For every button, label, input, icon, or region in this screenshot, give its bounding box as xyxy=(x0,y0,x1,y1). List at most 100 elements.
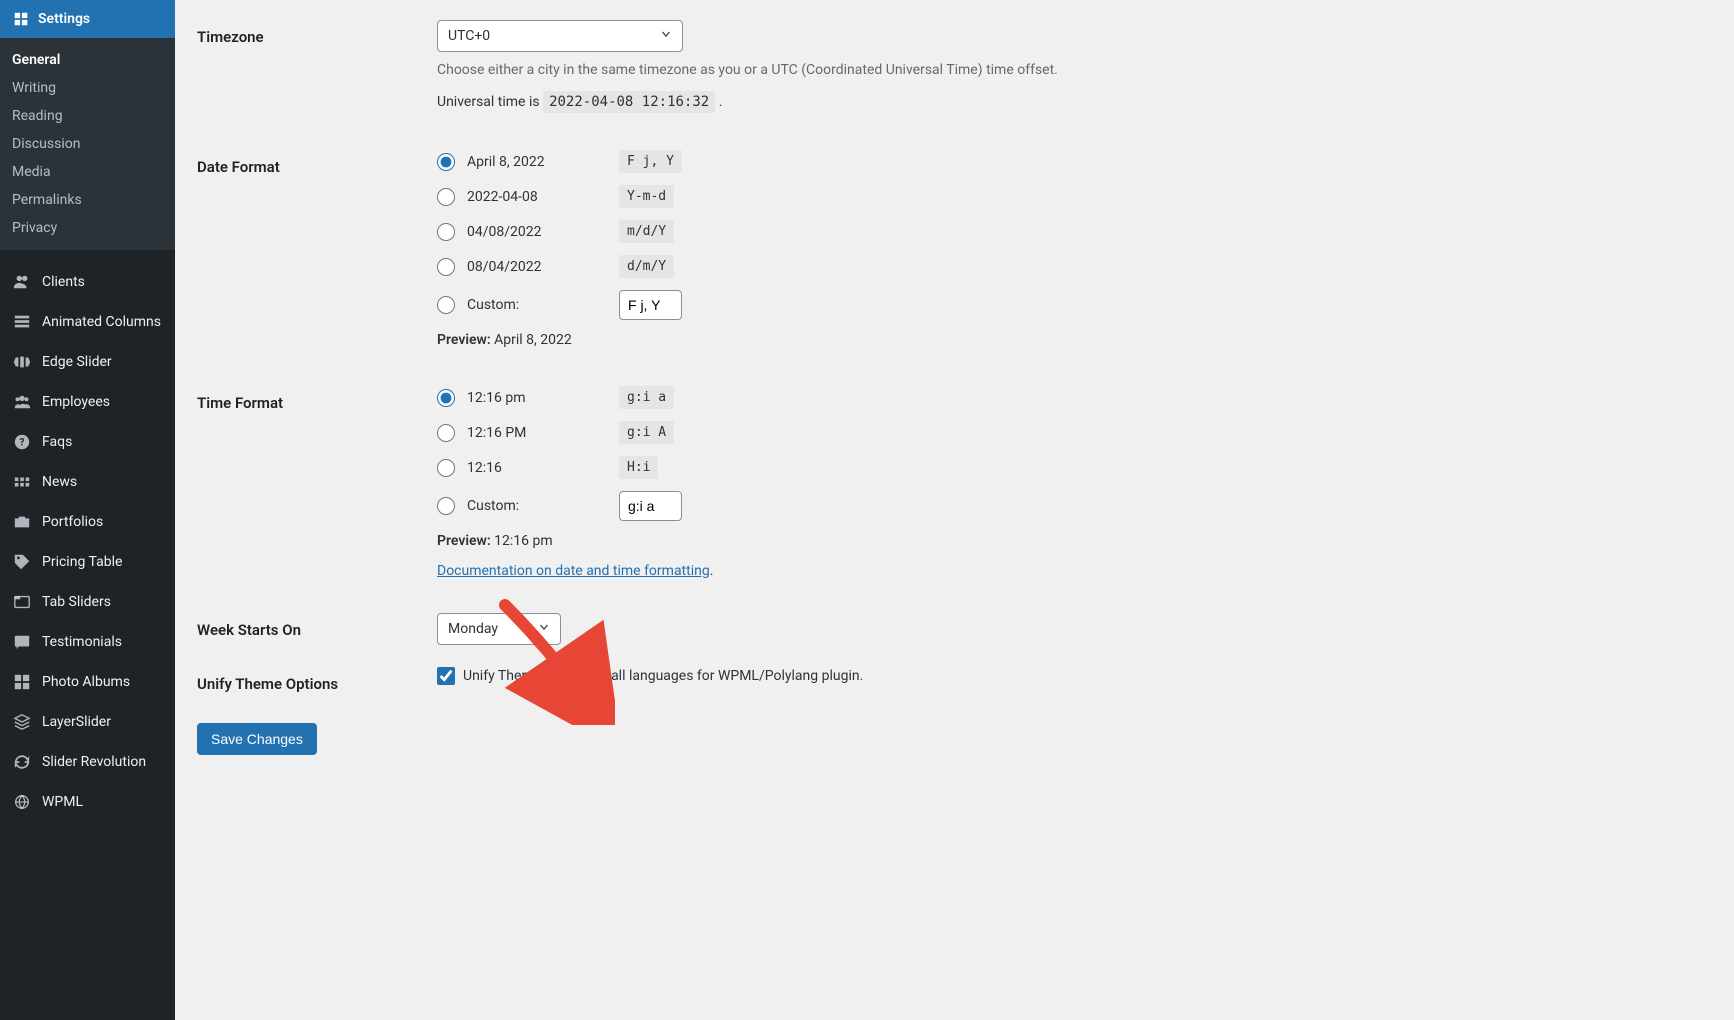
unify-options-label: Unify Theme Options xyxy=(197,667,437,693)
time-format-code: H:i xyxy=(619,456,658,479)
pricing-icon xyxy=(12,552,32,572)
timezone-select[interactable]: UTC+0 xyxy=(437,20,683,52)
settings-general-form: Timezone UTC+0 Choose either a city in t… xyxy=(175,0,1734,1020)
faq-icon: ? xyxy=(12,432,32,452)
date-format-label: Date Format xyxy=(197,150,437,352)
sidebar-item-label: Portfolios xyxy=(42,514,103,530)
date-format-code: m/d/Y xyxy=(619,220,674,243)
sidebar-item-faqs[interactable]: ? Faqs xyxy=(0,422,175,462)
time-format-custom-input[interactable] xyxy=(619,491,682,521)
date-format-display: April 8, 2022 xyxy=(467,154,607,170)
sidebar-item-label: Edge Slider xyxy=(42,354,112,370)
sidebar-sub-discussion[interactable]: Discussion xyxy=(0,130,175,158)
sidebar-item-label: Clients xyxy=(42,274,85,290)
sidebar-item-wpml[interactable]: WPML xyxy=(0,782,175,822)
sidebar-item-photo-albums[interactable]: Photo Albums xyxy=(0,662,175,702)
sidebar-sub-reading[interactable]: Reading xyxy=(0,102,175,130)
sidebar-item-label: Animated Columns xyxy=(42,314,161,330)
time-format-radio-0[interactable] xyxy=(437,389,455,407)
time-format-radio-2[interactable] xyxy=(437,459,455,477)
sidebar-item-label: Pricing Table xyxy=(42,554,122,570)
time-format-radio-custom[interactable] xyxy=(437,497,455,515)
albums-icon xyxy=(12,672,32,692)
time-format-code: g:i a xyxy=(619,386,674,409)
universal-time-suffix: . xyxy=(719,94,723,110)
settings-icon xyxy=(12,10,30,28)
svg-text:?: ? xyxy=(20,438,25,449)
wpml-icon xyxy=(12,792,32,812)
sidebar-settings-label: Settings xyxy=(38,11,90,27)
columns-icon xyxy=(12,312,32,332)
sidebar-item-slider-revolution[interactable]: Slider Revolution xyxy=(0,742,175,782)
sidebar-item-label: LayerSlider xyxy=(42,714,111,730)
sidebar-item-testimonials[interactable]: Testimonials xyxy=(0,622,175,662)
date-time-doc-link[interactable]: Documentation on date and time formattin… xyxy=(437,563,710,579)
date-format-code: d/m/Y xyxy=(619,255,674,278)
sidebar-item-layerslider[interactable]: LayerSlider xyxy=(0,702,175,742)
testimonials-icon xyxy=(12,632,32,652)
admin-sidebar: Settings General Writing Reading Discuss… xyxy=(0,0,175,1020)
sidebar-sub-menu: General Writing Reading Discussion Media… xyxy=(0,38,175,250)
sidebar-item-pricing-table[interactable]: Pricing Table xyxy=(0,542,175,582)
sidebar-item-label: News xyxy=(42,474,77,490)
sidebar-item-tab-sliders[interactable]: Tab Sliders xyxy=(0,582,175,622)
week-start-label: Week Starts On xyxy=(197,613,437,645)
universal-time-code: 2022-04-08 12:16:32 xyxy=(543,91,715,113)
universal-time-line: Universal time is 2022-04-08 12:16:32 . xyxy=(437,94,1712,110)
sidebar-sub-privacy[interactable]: Privacy xyxy=(0,214,175,242)
sidebar-item-news[interactable]: News xyxy=(0,462,175,502)
sidebar-sub-general[interactable]: General xyxy=(0,46,175,74)
date-format-radio-custom[interactable] xyxy=(437,296,455,314)
time-format-code: g:i A xyxy=(619,421,674,444)
time-format-display: 12:16 pm xyxy=(467,390,607,406)
date-format-radio-0[interactable] xyxy=(437,153,455,171)
sidebar-item-portfolios[interactable]: Portfolios xyxy=(0,502,175,542)
date-format-radio-1[interactable] xyxy=(437,188,455,206)
sidebar-item-label: WPML xyxy=(42,794,83,810)
sidebar-item-clients[interactable]: Clients xyxy=(0,262,175,302)
clients-icon xyxy=(12,272,32,292)
time-format-radio-1[interactable] xyxy=(437,424,455,442)
sidebar-item-label: Employees xyxy=(42,394,110,410)
sidebar-sub-media[interactable]: Media xyxy=(0,158,175,186)
date-format-radio-2[interactable] xyxy=(437,223,455,241)
date-preview-value: April 8, 2022 xyxy=(494,332,572,348)
sidebar-item-animated-columns[interactable]: Animated Columns xyxy=(0,302,175,342)
sidebar-item-label: Slider Revolution xyxy=(42,754,146,770)
date-format-display: 2022-04-08 xyxy=(467,189,607,205)
time-format-label: Time Format xyxy=(197,386,437,579)
timezone-label: Timezone xyxy=(197,20,437,110)
sidebar-settings-header[interactable]: Settings xyxy=(0,0,175,38)
portfolio-icon xyxy=(12,512,32,532)
slider-icon xyxy=(12,352,32,372)
unify-options-checkbox[interactable] xyxy=(437,667,455,685)
time-preview-value: 12:16 pm xyxy=(494,533,552,549)
time-format-display: 12:16 xyxy=(467,460,607,476)
sidebar-item-label: Photo Albums xyxy=(42,674,130,690)
date-format-custom-input[interactable] xyxy=(619,290,682,320)
time-format-custom-label: Custom: xyxy=(467,498,607,514)
save-changes-button[interactable]: Save Changes xyxy=(197,723,317,755)
sidebar-item-edge-slider[interactable]: Edge Slider xyxy=(0,342,175,382)
sidebar-item-label: Faqs xyxy=(42,434,72,450)
sidebar-item-label: Tab Sliders xyxy=(42,594,111,610)
date-format-radio-3[interactable] xyxy=(437,258,455,276)
unify-options-text: Unify Theme Options in all languages for… xyxy=(463,668,863,684)
sidebar-item-employees[interactable]: Employees xyxy=(0,382,175,422)
week-start-value: Monday xyxy=(437,613,561,645)
date-format-code: F j, Y xyxy=(619,150,682,173)
revolve-icon xyxy=(12,752,32,772)
sidebar-sub-writing[interactable]: Writing xyxy=(0,74,175,102)
timezone-value: UTC+0 xyxy=(437,20,683,52)
date-format-custom-label: Custom: xyxy=(467,297,607,313)
date-format-code: Y-m-d xyxy=(619,185,674,208)
time-format-display: 12:16 PM xyxy=(467,425,607,441)
week-start-select[interactable]: Monday xyxy=(437,613,561,645)
employees-icon xyxy=(12,392,32,412)
sidebar-sub-permalinks[interactable]: Permalinks xyxy=(0,186,175,214)
unify-options-checkbox-row[interactable]: Unify Theme Options in all languages for… xyxy=(437,667,1712,685)
date-format-display: 04/08/2022 xyxy=(467,224,607,240)
date-format-display: 08/04/2022 xyxy=(467,259,607,275)
sidebar-item-label: Testimonials xyxy=(42,634,122,650)
layers-icon xyxy=(12,712,32,732)
